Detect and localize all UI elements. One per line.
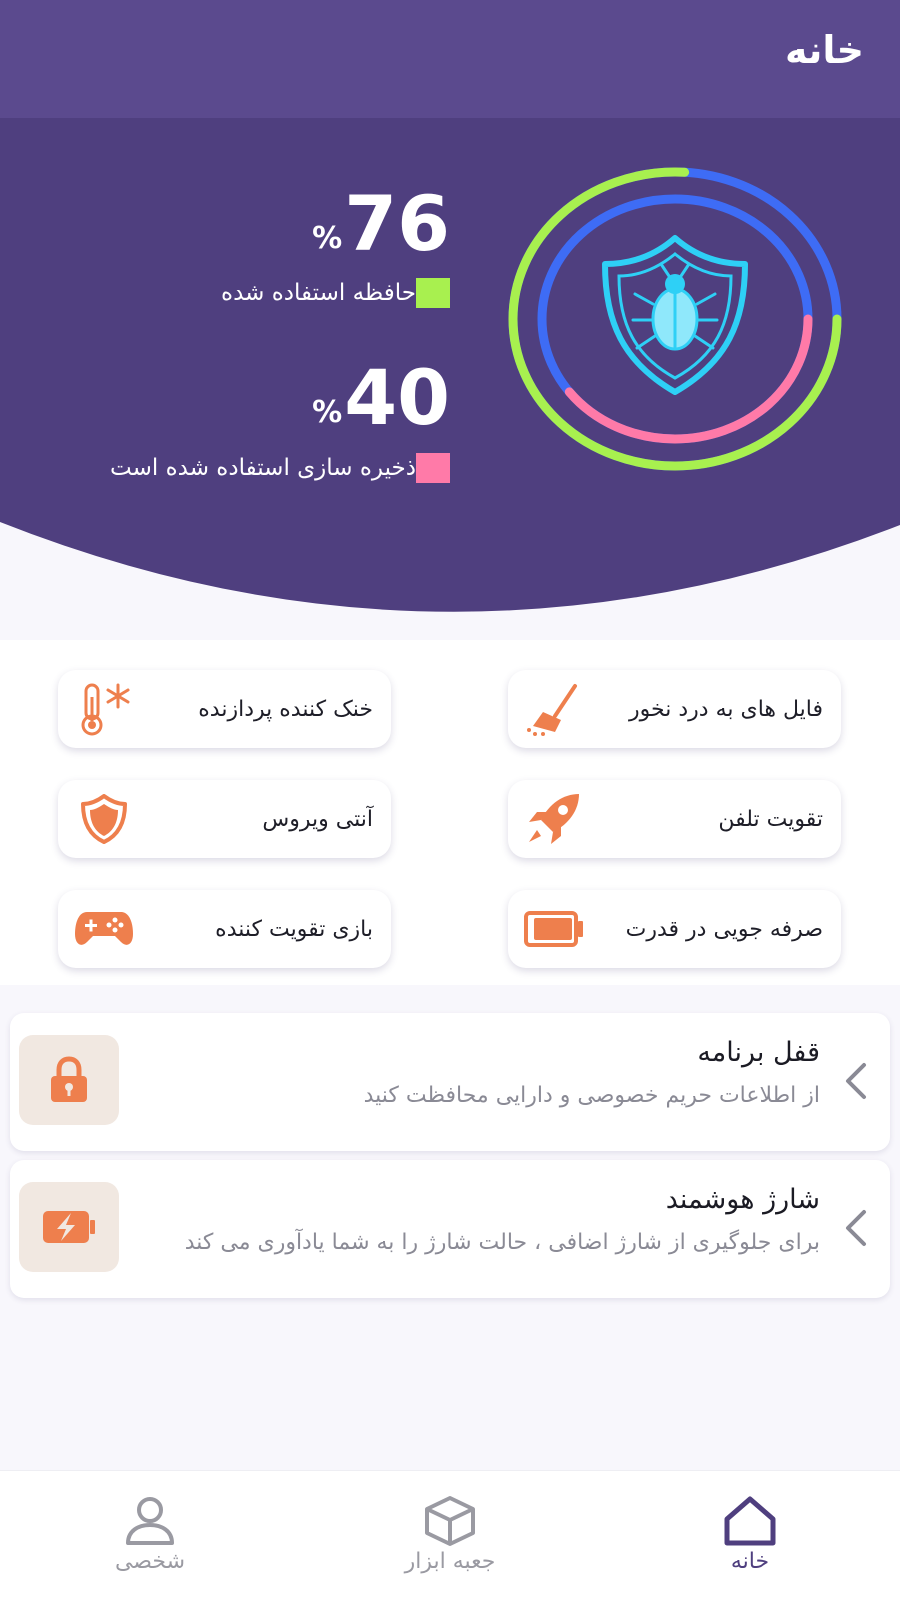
shield-icon	[72, 791, 136, 847]
storage-usage-label: ذخیره سازی استفاده شده است	[110, 453, 450, 483]
memory-usage-label: حافظه استفاده شده	[221, 278, 450, 308]
storage-legend-swatch	[416, 453, 450, 483]
nav-label: جعبه ابزار	[404, 1549, 496, 1574]
memory-percent-sign: %	[312, 221, 343, 256]
nav-profile[interactable]: شخصی	[60, 1495, 240, 1574]
box-icon	[425, 1496, 475, 1546]
memory-usage-value: % 76	[312, 186, 450, 262]
user-icon	[126, 1497, 174, 1545]
card-smart-charge[interactable]: شارژ هوشمند برای جلوگیری از شارژ اضافی ،…	[10, 1160, 890, 1298]
tool-label: خنک کننده پردازنده	[198, 696, 373, 722]
lock-icon-box	[19, 1035, 119, 1125]
tool-junk-files[interactable]: فایل های به درد نخور	[508, 670, 841, 748]
card-title: قفل برنامه	[697, 1037, 820, 1068]
nav-home[interactable]: خانه	[660, 1495, 840, 1574]
nav-label: خانه	[730, 1549, 770, 1574]
chevron-left-icon	[846, 1063, 866, 1099]
tool-cpu-cooler[interactable]: خنک کننده پردازنده	[58, 670, 391, 748]
storage-value-number: 40	[344, 353, 450, 442]
page-title: خانه	[785, 28, 864, 72]
card-description: برای جلوگیری از شارژ اضافی ، حالت شارژ ر…	[184, 1230, 820, 1255]
shield-bug-icon	[602, 235, 748, 395]
storage-label-text: ذخیره سازی استفاده شده است	[110, 455, 416, 481]
rocket-icon	[522, 791, 586, 847]
bottom-navigation: خانه جعبه ابزار شخصی	[0, 1470, 900, 1600]
card-description: از اطلاعات حریم خصوصی و دارایی محافظت کن…	[363, 1083, 820, 1108]
battery-bolt-icon-box	[19, 1182, 119, 1272]
dashboard-header: خانه % 76 حافظه استفاده شده % 40 ذخیره س…	[0, 0, 900, 630]
tools-grid: فایل های به درد نخور خنک کننده پردازنده	[0, 640, 900, 985]
home-icon	[724, 1496, 776, 1546]
chevron-left-icon	[846, 1210, 866, 1246]
tool-power-saving[interactable]: صرفه جویی در قدرت	[508, 890, 841, 968]
thermometer-snowflake-icon	[72, 681, 136, 737]
card-app-lock[interactable]: قفل برنامه از اطلاعات حریم خصوصی و دارای…	[10, 1013, 890, 1151]
nav-label: شخصی	[114, 1549, 186, 1574]
lock-icon	[51, 1056, 87, 1102]
memory-value-number: 76	[344, 179, 450, 268]
usage-ring-chart	[508, 167, 842, 471]
tool-antivirus[interactable]: آنتی ویروس	[58, 780, 391, 858]
tool-game-booster[interactable]: بازی تقویت کننده	[58, 890, 391, 968]
memory-label-text: حافظه استفاده شده	[221, 280, 416, 306]
tool-label: تقویت تلفن	[718, 806, 823, 832]
tool-label: صرفه جویی در قدرت	[625, 916, 823, 942]
tool-label: آنتی ویروس	[262, 806, 373, 832]
memory-legend-swatch	[416, 278, 450, 308]
tool-phone-booster[interactable]: تقویت تلفن	[508, 780, 841, 858]
battery-bolt-icon	[43, 1211, 95, 1243]
broom-icon	[522, 681, 586, 737]
tool-label: فایل های به درد نخور	[629, 696, 823, 722]
storage-usage-value: % 40	[312, 360, 450, 436]
nav-toolbox[interactable]: جعبه ابزار	[360, 1495, 540, 1574]
card-title: شارژ هوشمند	[665, 1184, 820, 1215]
storage-percent-sign: %	[312, 395, 343, 430]
tool-label: بازی تقویت کننده	[215, 916, 373, 942]
gamepad-icon	[72, 901, 136, 957]
battery-icon	[522, 901, 586, 957]
